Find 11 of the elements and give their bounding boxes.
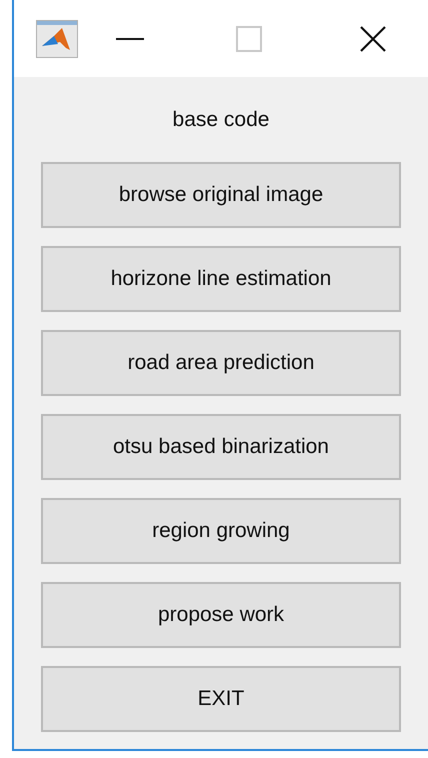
panel-title: base code [172,107,270,132]
action-button[interactable]: region growing [41,498,401,564]
action-button[interactable]: otsu based binarization [41,414,401,480]
action-button[interactable]: browse original image [41,162,401,228]
action-button[interactable]: road area prediction [41,330,401,396]
action-button[interactable]: EXIT [41,666,401,732]
minimize-icon[interactable] [116,36,144,40]
app-icon [36,20,78,58]
close-icon[interactable] [359,24,387,52]
action-button[interactable]: propose work [41,582,401,648]
action-button[interactable]: horizone line estimation [41,246,401,312]
